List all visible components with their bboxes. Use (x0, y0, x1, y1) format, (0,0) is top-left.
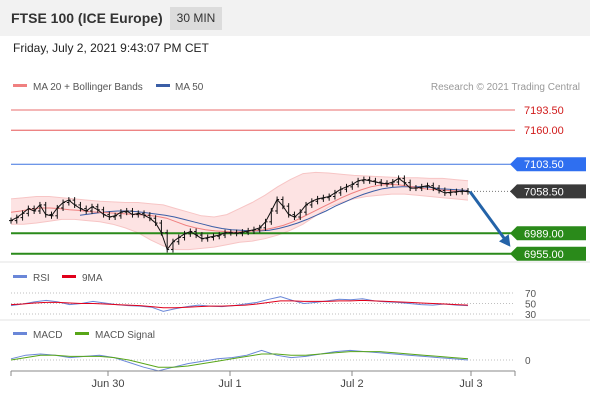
legend-label-macd-signal: MACD Signal (95, 330, 155, 341)
credit-text: Research © 2021 Trading Central (431, 82, 580, 93)
legend-label-rsi-ma9: 9MA (82, 273, 103, 284)
rsi-level-label: 70 (525, 289, 537, 300)
macd-zero-label: 0 (525, 356, 531, 367)
legend-swatch-ma50 (156, 84, 170, 87)
legend-swatch-ma20 (13, 84, 27, 87)
level-label-resistance: 7160.00 (524, 125, 564, 137)
legend-label-rsi: RSI (33, 273, 50, 284)
forecast-arrow-head (499, 234, 511, 247)
rsi-level-label: 50 (525, 300, 537, 311)
legend-label-ma50: MA 50 (175, 82, 204, 93)
x-tick-label: Jun 30 (91, 378, 124, 390)
legend-swatch-rsi-ma9 (62, 275, 76, 278)
legend-swatch-macd-signal (75, 332, 89, 335)
rsi-line (10, 296, 469, 312)
legend-label-ma20: MA 20 + Bollinger Bands (33, 82, 143, 93)
x-tick-label: Jul 1 (218, 378, 241, 390)
legend-swatch-macd (13, 332, 27, 335)
legend-swatch-rsi (13, 275, 27, 278)
level-label-resistance: 7193.50 (524, 105, 564, 117)
x-tick-label: Jul 2 (340, 378, 363, 390)
chart-canvas: MA 20 + Bollinger Bands MA 50 Research © 2… (0, 82, 590, 390)
level-label-support: 6989.00 (524, 228, 564, 240)
level-label-pivot: 7103.50 (524, 159, 564, 171)
forecast-arrow-line (468, 190, 510, 245)
bollinger-band-area (11, 172, 468, 250)
level-label-support: 6955.00 (524, 249, 564, 261)
level-label-last: 7058.50 (524, 186, 564, 198)
rsi-level-label: 30 (525, 310, 537, 321)
legend-label-macd: MACD (33, 330, 62, 341)
x-tick-label: Jul 3 (459, 378, 482, 390)
